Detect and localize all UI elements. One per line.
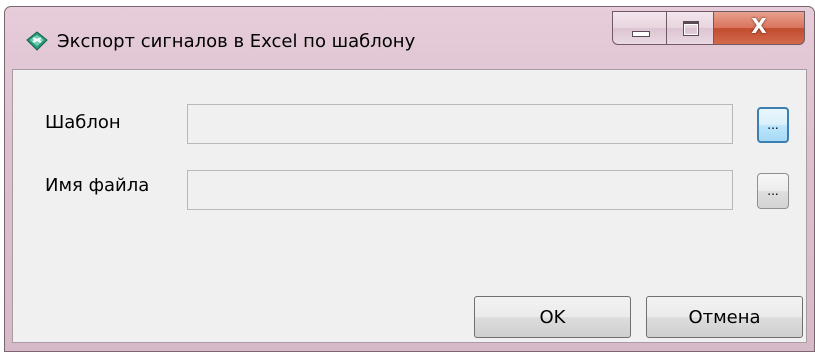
dialog-body: Шаблон ... Имя файла ... OK Отмена	[12, 69, 807, 343]
window-controls: X	[612, 11, 805, 45]
minimize-button[interactable]	[612, 11, 667, 45]
filename-browse-button[interactable]: ...	[757, 173, 789, 209]
template-label: Шаблон	[45, 112, 121, 133]
maximize-icon	[683, 21, 699, 36]
maximize-button[interactable]	[666, 11, 714, 45]
close-button[interactable]: X	[713, 11, 805, 45]
window-title: Экспорт сигналов в Excel по шаблону	[57, 31, 416, 52]
excel-export-icon	[25, 30, 49, 52]
close-icon: X	[751, 14, 767, 38]
dialog-window: Экспорт сигналов в Excel по шаблону X Ша…	[4, 6, 815, 352]
template-browse-button[interactable]: ...	[757, 107, 789, 143]
filename-input[interactable]	[187, 170, 733, 210]
ok-button[interactable]: OK	[474, 296, 631, 338]
minimize-icon	[632, 31, 650, 37]
title-bar[interactable]: Экспорт сигналов в Excel по шаблону X	[5, 7, 814, 69]
cancel-button[interactable]: Отмена	[646, 296, 803, 338]
filename-label: Имя файла	[45, 175, 150, 196]
template-input[interactable]	[187, 104, 733, 144]
